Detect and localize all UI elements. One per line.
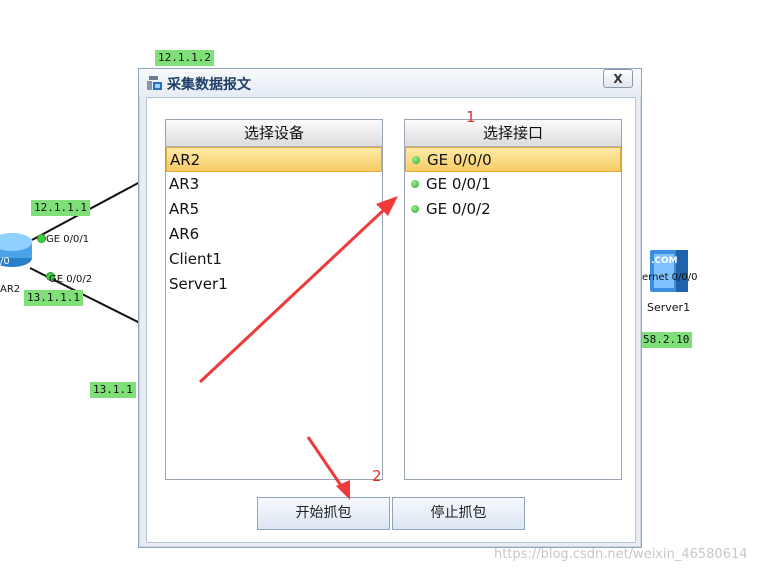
router-port-label: GE 0/0/2 bbox=[49, 274, 93, 285]
port-indicator bbox=[37, 234, 46, 243]
device-item-client1[interactable]: Client1 bbox=[166, 247, 382, 272]
server-badge: .COM bbox=[651, 256, 678, 266]
annotation-step-2: 2 bbox=[372, 467, 382, 485]
close-button[interactable]: X bbox=[603, 69, 633, 88]
interface-label: GE 0/0/2 bbox=[426, 200, 491, 218]
status-dot-icon bbox=[411, 205, 419, 213]
watermark: https://blog.csdn.net/weixin_46580614 bbox=[494, 547, 748, 562]
stop-capture-button[interactable]: 停止抓包 bbox=[392, 497, 525, 530]
device-item-server1[interactable]: Server1 bbox=[166, 272, 382, 297]
server-port-label: ernet 0/0/0 bbox=[642, 272, 698, 283]
interface-label: GE 0/0/1 bbox=[426, 175, 491, 193]
interface-list-panel: 选择接口 GE 0/0/0 GE 0/0/1 GE 0/0/2 bbox=[404, 119, 622, 480]
status-dot-icon bbox=[411, 180, 419, 188]
status-dot-icon bbox=[412, 156, 420, 164]
ip-label: 13.1.1.1 bbox=[24, 290, 83, 306]
capture-dialog: 采集数据报文 X 选择设备 AR2 AR3 AR5 AR6 Client1 Se… bbox=[138, 68, 642, 548]
dialog-title: 采集数据报文 bbox=[167, 77, 251, 93]
ip-label: 13.1.1 bbox=[90, 382, 136, 398]
dialog-titlebar[interactable]: 采集数据报文 X bbox=[139, 69, 641, 97]
ip-label: 12.1.1.2 bbox=[155, 50, 214, 66]
interface-item-ge001[interactable]: GE 0/0/1 bbox=[405, 172, 621, 197]
device-list-panel: 选择设备 AR2 AR3 AR5 AR6 Client1 Server1 bbox=[165, 119, 383, 480]
device-item-ar6[interactable]: AR6 bbox=[166, 222, 382, 247]
device-item-ar3[interactable]: AR3 bbox=[166, 172, 382, 197]
device-item-ar2[interactable]: AR2 bbox=[166, 147, 382, 172]
router-port-label: GE 0/0/1 bbox=[46, 234, 90, 245]
ip-label: 12.1.1.1 bbox=[31, 200, 90, 216]
interface-item-ge000[interactable]: GE 0/0/0 bbox=[405, 147, 621, 172]
annotation-step-1: 1 bbox=[466, 108, 476, 126]
router-port-label: /0 bbox=[0, 256, 10, 267]
server-name: Server1 bbox=[647, 301, 691, 314]
capture-app-icon bbox=[147, 76, 162, 90]
router-name: AR2 bbox=[0, 284, 21, 295]
device-list-header: 选择设备 bbox=[166, 120, 382, 147]
interface-label: GE 0/0/0 bbox=[427, 151, 492, 169]
ip-label: 58.2.10 bbox=[640, 332, 693, 348]
start-capture-button[interactable]: 开始抓包 bbox=[257, 497, 390, 530]
interface-list-header: 选择接口 bbox=[405, 120, 621, 147]
router-icon[interactable] bbox=[0, 228, 34, 280]
interface-item-ge002[interactable]: GE 0/0/2 bbox=[405, 197, 621, 222]
device-item-ar5[interactable]: AR5 bbox=[166, 197, 382, 222]
